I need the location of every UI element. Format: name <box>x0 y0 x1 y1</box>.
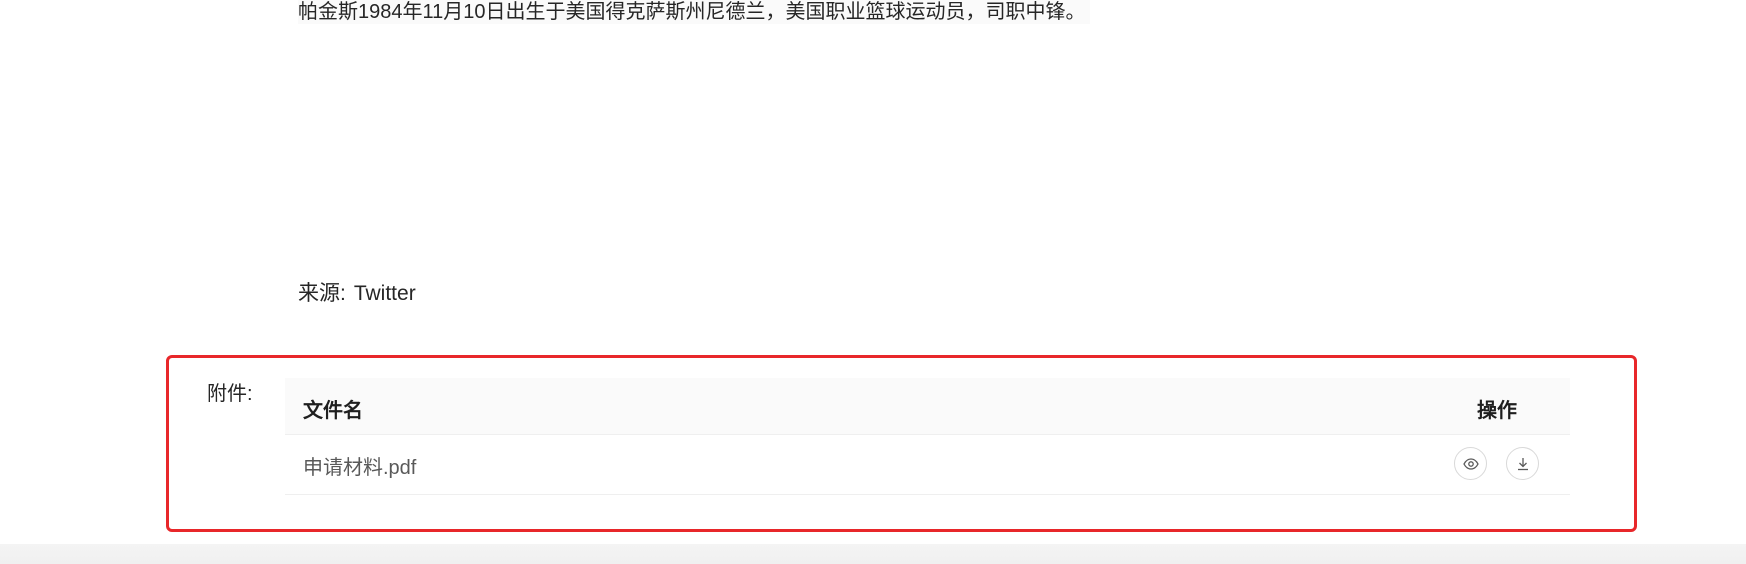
source-value: Twitter <box>353 282 416 305</box>
attachments-label: 附件: <box>207 383 253 405</box>
table-row: 申请材料.pdf <box>285 435 1570 495</box>
column-header-action: 操作 <box>1477 400 1517 422</box>
article-body-text: 帕金斯1984年11月10日出生于美国得克萨斯州尼德兰，美国职业篮球运动员，司职… <box>298 0 1090 24</box>
file-name: 申请材料.pdf <box>303 457 417 479</box>
download-button[interactable] <box>1506 447 1539 480</box>
preview-button[interactable] <box>1454 447 1487 480</box>
attachments-table: 文件名 操作 申请材料.pdf <box>285 378 1570 495</box>
download-icon <box>1517 457 1528 470</box>
table-header: 文件名 操作 <box>285 378 1570 435</box>
footer-band <box>0 544 1746 564</box>
source-row: 来源: Twitter <box>298 280 416 308</box>
column-header-filename: 文件名 <box>303 400 363 422</box>
source-label: 来源: <box>298 282 346 305</box>
page: 帕金斯1984年11月10日出生于美国得克萨斯州尼德兰，美国职业篮球运动员，司职… <box>0 0 1746 564</box>
eye-icon <box>1462 457 1479 470</box>
